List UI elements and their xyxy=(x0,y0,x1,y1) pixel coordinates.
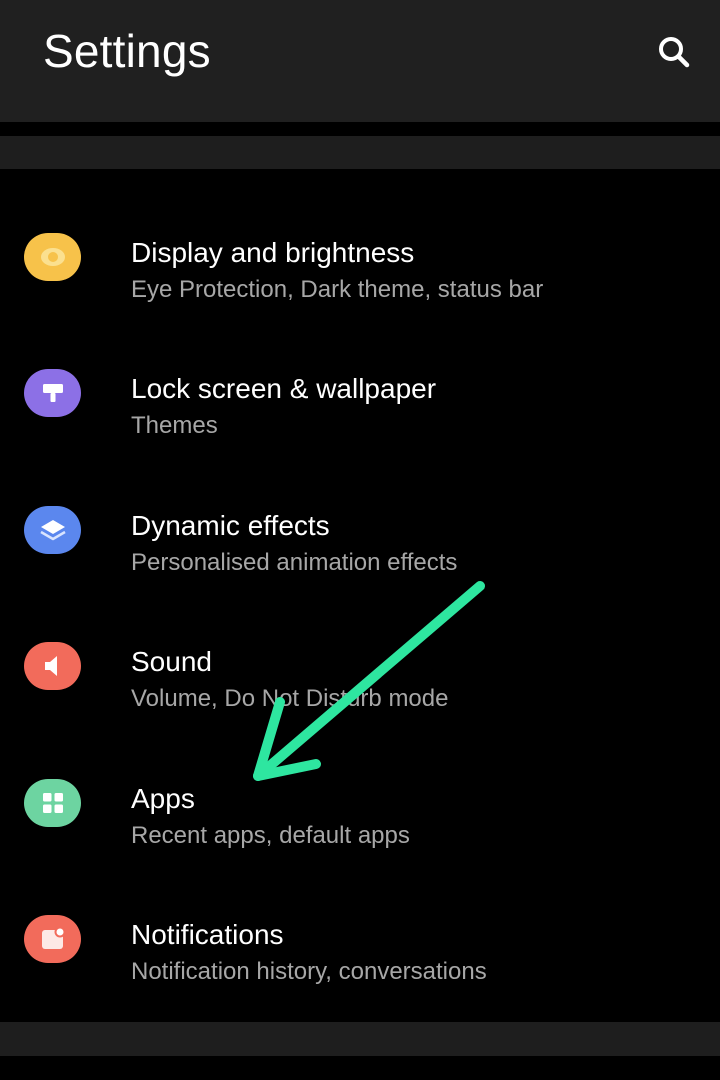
apps-grid-icon xyxy=(24,779,81,827)
settings-item-label: Apps xyxy=(131,783,195,814)
settings-item-sound[interactable]: Sound Volume, Do Not Disturb mode xyxy=(0,594,720,730)
settings-item-subtitle: Themes xyxy=(131,412,218,439)
speaker-icon xyxy=(24,642,81,690)
settings-item-dynamic-effects[interactable]: Dynamic effects Personalised animation e… xyxy=(0,458,720,594)
search-icon xyxy=(659,37,690,68)
page-title: Settings xyxy=(43,25,211,77)
settings-item-apps[interactable]: Apps Recent apps, default apps xyxy=(0,731,720,867)
settings-item-subtitle: Eye Protection, Dark theme, status bar xyxy=(131,276,544,303)
search-button[interactable] xyxy=(654,32,694,72)
section-divider-top xyxy=(0,136,720,169)
settings-item-subtitle: Notification history, conversations xyxy=(131,958,487,985)
layers-icon xyxy=(24,506,81,554)
settings-item-subtitle: Volume, Do Not Disturb mode xyxy=(131,685,449,712)
settings-item-label: Display and brightness xyxy=(131,237,415,268)
settings-item-subtitle: Personalised animation effects xyxy=(131,549,458,576)
brightness-icon xyxy=(24,233,81,281)
settings-item-display[interactable]: Display and brightness Eye Protection, D… xyxy=(0,185,720,321)
settings-item-subtitle: Recent apps, default apps xyxy=(131,822,410,849)
section-divider-bottom xyxy=(0,1022,720,1056)
notification-icon xyxy=(24,915,81,963)
app-bar: Settings xyxy=(0,0,720,122)
brush-icon xyxy=(24,369,81,417)
settings-item-notifications[interactable]: Notifications Notification history, conv… xyxy=(0,867,720,1003)
settings-item-label: Sound xyxy=(131,646,212,677)
settings-item-label: Notifications xyxy=(131,919,284,950)
settings-item-label: Dynamic effects xyxy=(131,510,330,541)
settings-list: Display and brightness Eye Protection, D… xyxy=(0,169,720,1022)
settings-item-label: Lock screen & wallpaper xyxy=(131,373,437,404)
settings-item-lock-screen[interactable]: Lock screen & wallpaper Themes xyxy=(0,321,720,457)
